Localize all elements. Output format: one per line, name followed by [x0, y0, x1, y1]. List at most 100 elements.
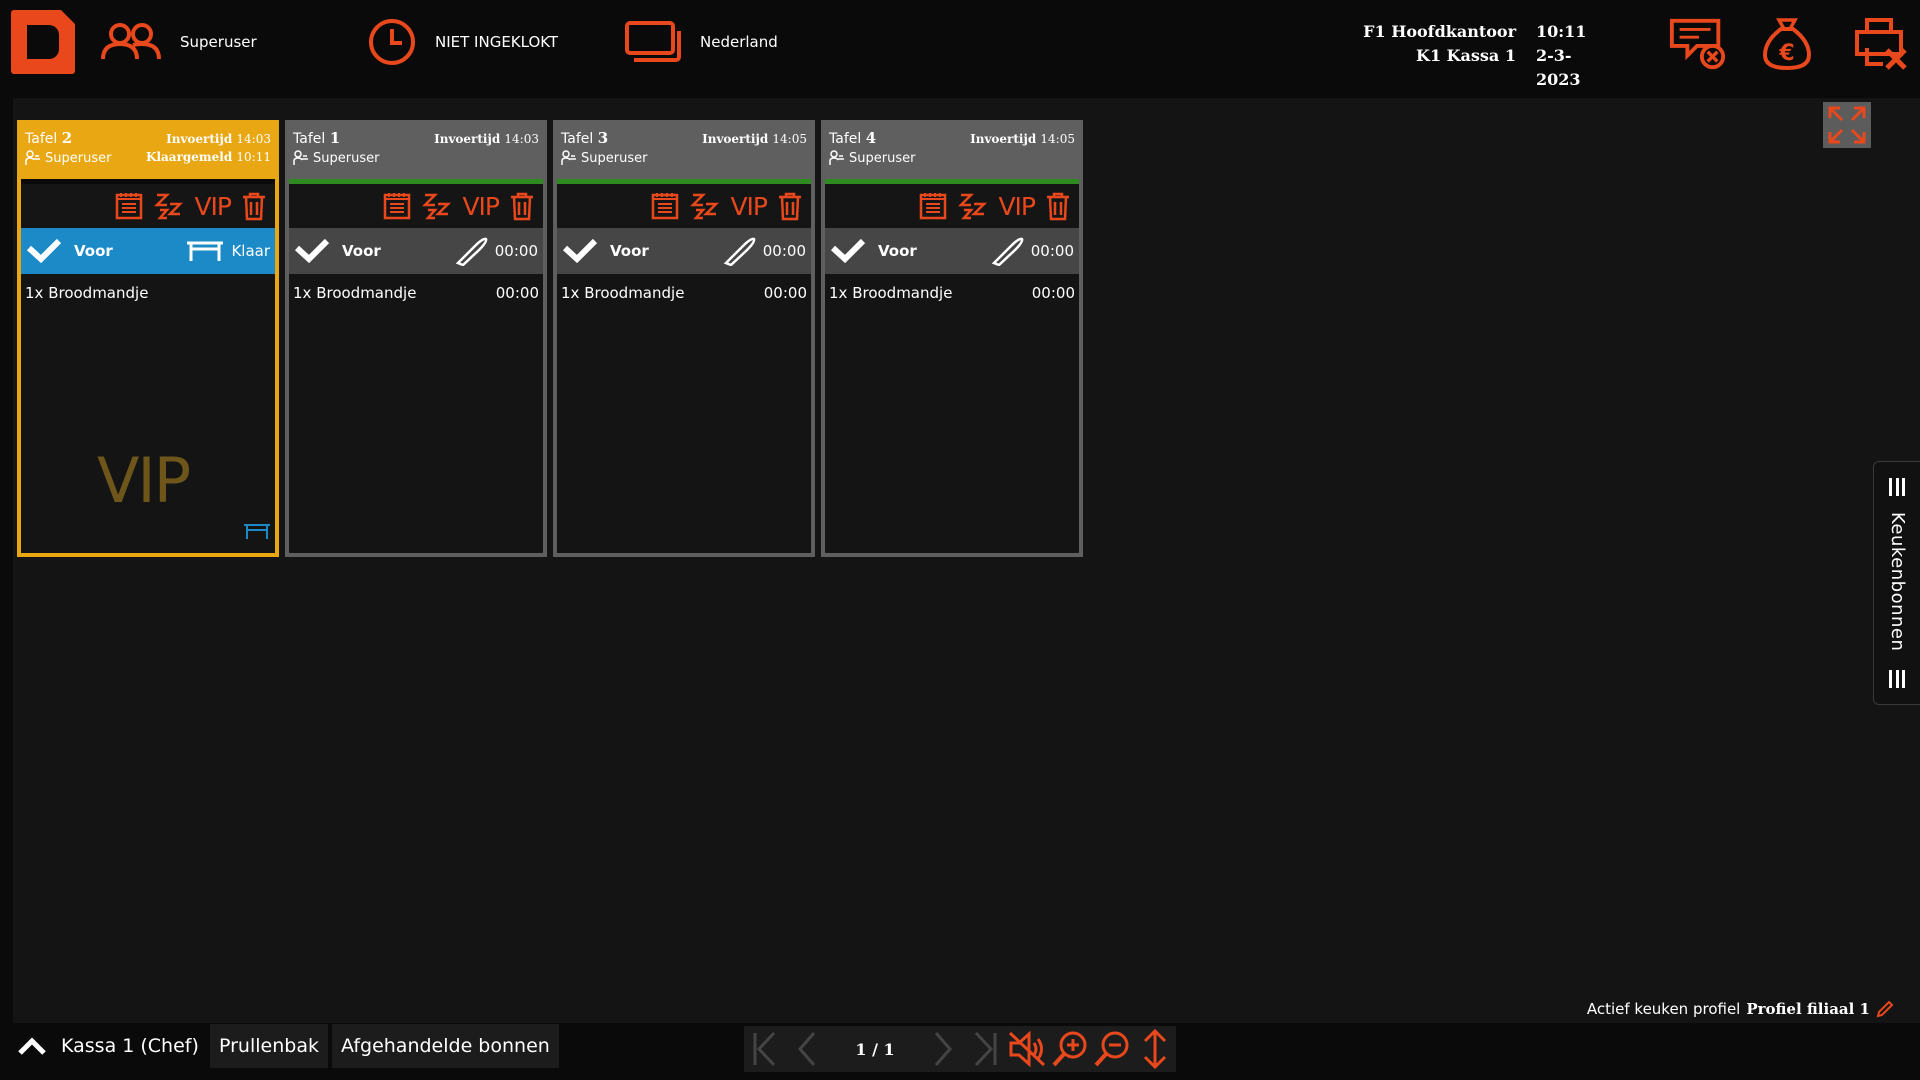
- ticket-items: 1x Broodmandje 00:00: [289, 274, 543, 553]
- item-time: 00:00: [495, 284, 539, 302]
- list-item[interactable]: 1x Broodmandje 00:00: [829, 284, 1075, 302]
- clock-in-button[interactable]: NIET INGEKLOKT: [367, 0, 558, 84]
- cash-button[interactable]: €: [1757, 14, 1817, 74]
- app-logo[interactable]: [11, 10, 75, 74]
- course-name: Voor: [878, 242, 917, 260]
- waiter-icon: [293, 150, 308, 165]
- printer-cancel-button[interactable]: [1852, 14, 1912, 74]
- snooze-icon[interactable]: [690, 191, 720, 221]
- station-selector[interactable]: Kassa 1 (Chef): [8, 1024, 208, 1068]
- receipt-icon[interactable]: [650, 191, 680, 221]
- zoom-in-button[interactable]: [1048, 1026, 1090, 1072]
- receipt-icon[interactable]: [114, 191, 144, 221]
- entry-time-label: Invoertijd: [970, 132, 1037, 146]
- table-number: 4: [865, 129, 877, 147]
- mute-button[interactable]: [1006, 1026, 1048, 1072]
- message-cancel-button[interactable]: [1668, 14, 1728, 74]
- item-name: 1x Broodmandje: [25, 284, 149, 302]
- waiter-icon: [561, 150, 576, 165]
- trash-icon[interactable]: [1045, 191, 1071, 221]
- order-ticket[interactable]: Tafel 4 Invoertijd 14:05 Superuser VIP V…: [821, 120, 1083, 557]
- ticket-header: Tafel 1 Invoertijd 14:03 Superuser: [285, 120, 547, 179]
- list-item[interactable]: 1x Broodmandje 00:00: [293, 284, 539, 302]
- user-button[interactable]: Superuser: [100, 0, 257, 84]
- kitchen-tickets-tab[interactable]: Keukenbonnen: [1873, 461, 1920, 705]
- ticket-user: Superuser: [293, 150, 539, 166]
- course-row[interactable]: Voor 00:00: [825, 228, 1079, 274]
- entry-time: 14:03: [504, 132, 539, 146]
- snooze-icon[interactable]: [154, 191, 184, 221]
- top-bar: [0, 0, 1920, 84]
- snooze-icon[interactable]: [422, 191, 452, 221]
- table-label: Tafel 2: [25, 129, 73, 147]
- ticket-user-name: Superuser: [45, 150, 112, 166]
- pagination: 1 / 1: [744, 1026, 1176, 1072]
- trash-button[interactable]: Prullenbak: [210, 1024, 328, 1068]
- order-ticket[interactable]: Tafel 1 Invoertijd 14:03 Superuser VIP V…: [285, 120, 547, 557]
- table-icon: [187, 241, 224, 261]
- vip-button[interactable]: VIP: [194, 192, 232, 221]
- printer-cancel-icon: [1855, 18, 1907, 70]
- vip-watermark: VIP: [97, 444, 191, 517]
- message-cancel-icon: [1669, 18, 1726, 70]
- snooze-icon[interactable]: [958, 191, 988, 221]
- course-status: Klaar: [231, 242, 270, 260]
- trash-label: Prullenbak: [219, 1035, 319, 1057]
- profile-name: Profiel filiaal 1: [1746, 1000, 1870, 1018]
- ready-time: 10:11: [236, 150, 271, 164]
- waiter-icon: [829, 150, 844, 165]
- station-name: Kassa 1 (Chef): [61, 1035, 199, 1057]
- handled-tickets-button[interactable]: Afgehandelde bonnen: [332, 1024, 559, 1068]
- item-name: 1x Broodmandje: [829, 284, 953, 302]
- zoom-out-icon: [1094, 1031, 1129, 1067]
- register-name: K1 Kassa 1: [1416, 46, 1516, 65]
- vip-button[interactable]: VIP: [730, 192, 768, 221]
- table-number: 1: [329, 129, 341, 147]
- order-ticket[interactable]: Tafel 3 Invoertijd 14:05 Superuser VIP V…: [553, 120, 815, 557]
- chevron-right-icon: [935, 1032, 953, 1066]
- ticket-user-name: Superuser: [313, 150, 380, 166]
- next-page-button[interactable]: [921, 1026, 963, 1072]
- trash-icon[interactable]: [777, 191, 803, 221]
- order-ticket[interactable]: Tafel 2 Invoertijd 14:03 Klaargemeld 10:…: [17, 120, 279, 557]
- resize-vertical-button[interactable]: [1133, 1026, 1175, 1072]
- user-name: Superuser: [180, 33, 257, 51]
- chevron-up-icon: [18, 1037, 46, 1055]
- check-icon: [294, 238, 330, 264]
- list-item[interactable]: 1x Broodmandje: [25, 284, 271, 302]
- entry-time: 14:03: [236, 132, 271, 146]
- vip-button[interactable]: VIP: [998, 192, 1036, 221]
- chevron-left-icon: [797, 1032, 815, 1066]
- course-row[interactable]: Voor 00:00: [557, 228, 811, 274]
- trash-icon[interactable]: [241, 191, 267, 221]
- knife-icon: [455, 237, 488, 266]
- ticket-actions: VIP: [289, 184, 543, 228]
- ticket-times: Invoertijd 14:03: [434, 130, 539, 148]
- money-bag-euro-icon: €: [1762, 18, 1812, 71]
- last-page-button[interactable]: [964, 1026, 1006, 1072]
- item-time: 00:00: [763, 284, 807, 302]
- zoom-out-button[interactable]: [1091, 1026, 1133, 1072]
- region-button[interactable]: Nederland: [624, 0, 778, 84]
- vip-button[interactable]: VIP: [462, 192, 500, 221]
- svg-text:€: €: [1778, 41, 1794, 66]
- receipt-icon[interactable]: [382, 191, 412, 221]
- ticket-items: 1x Broodmandje VIP: [21, 274, 275, 553]
- table-number: 3: [597, 129, 609, 147]
- course-row[interactable]: Voor 00:00: [289, 228, 543, 274]
- course-row[interactable]: Voor Klaar: [21, 228, 275, 274]
- receipt-icon[interactable]: [918, 191, 948, 221]
- ticket-actions: VIP: [557, 184, 811, 228]
- ticket-user: Superuser: [829, 150, 1075, 166]
- table-label: Tafel 4: [829, 129, 877, 147]
- fullscreen-button[interactable]: [1823, 102, 1871, 148]
- item-name: 1x Broodmandje: [561, 284, 685, 302]
- zoom-in-icon: [1052, 1031, 1087, 1067]
- prev-page-button[interactable]: [786, 1026, 828, 1072]
- pencil-icon[interactable]: [1876, 1000, 1894, 1018]
- ticket-actions: VIP: [825, 184, 1079, 228]
- list-item[interactable]: 1x Broodmandje 00:00: [561, 284, 807, 302]
- handle-icon: [1889, 670, 1905, 688]
- trash-icon[interactable]: [509, 191, 535, 221]
- first-page-button[interactable]: [744, 1026, 786, 1072]
